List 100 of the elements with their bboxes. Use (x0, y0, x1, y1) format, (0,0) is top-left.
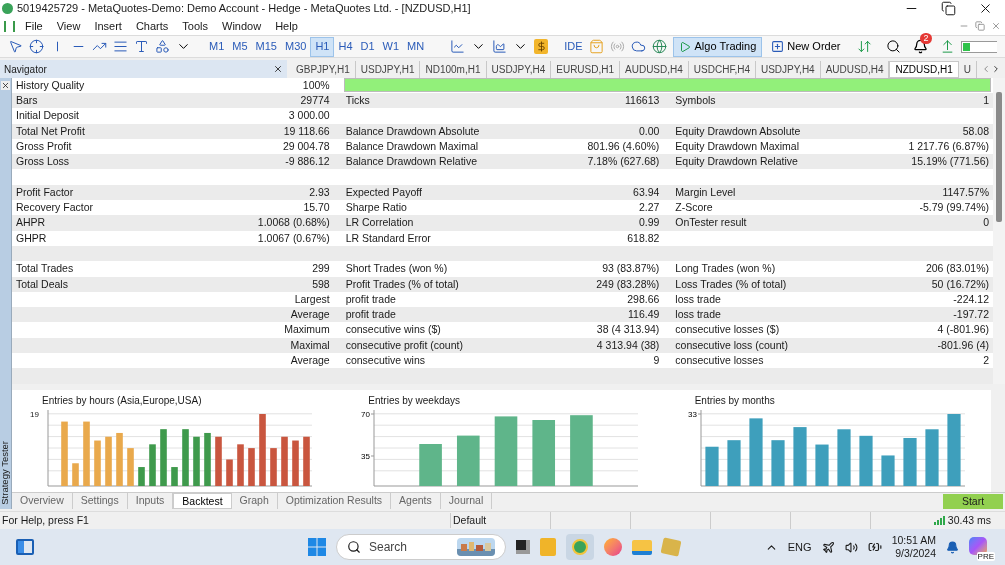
chart-bar (532, 419, 556, 486)
shapes-icon[interactable] (155, 39, 170, 54)
tester-tab[interactable]: Optimization Results (277, 493, 392, 509)
tester-tab[interactable]: Graph (231, 493, 278, 509)
bell-icon[interactable] (946, 540, 959, 554)
arrows-icon[interactable] (857, 39, 873, 54)
menu-item[interactable]: Help (275, 17, 298, 35)
clock-time[interactable]: 10:51 AM (891, 534, 936, 547)
timeframe-button[interactable]: M1 (205, 36, 229, 57)
chart-bar (237, 443, 244, 486)
chart-title: Entries by months (694, 393, 775, 408)
volume-icon[interactable] (844, 540, 858, 554)
chart-bar (116, 432, 123, 486)
play-icon (678, 40, 691, 53)
restore-icon[interactable] (941, 1, 956, 16)
search-icon (347, 540, 361, 554)
stat-label: Balance Drawdown Maximal (345, 138, 479, 154)
airplane-icon[interactable] (821, 540, 835, 554)
menu-item[interactable]: Charts (135, 17, 169, 35)
browser-icon[interactable] (604, 538, 622, 556)
stat-value: 3 000.00 (288, 108, 330, 124)
windows-start-icon[interactable] (308, 538, 326, 556)
menu-item[interactable]: Tools (182, 17, 208, 35)
chart-bar (837, 428, 851, 486)
stat-value: 38 (4 313.94) (596, 322, 660, 338)
stat-value: 7.18% (627.68) (587, 154, 660, 170)
chart-tab[interactable]: NZDUSD,H1 (889, 61, 959, 78)
dollar-icon[interactable] (534, 39, 549, 54)
timeframe-button[interactable]: M15 (251, 36, 281, 57)
stat-value: 2 (983, 353, 989, 369)
tester-tab[interactable]: Journal (440, 493, 493, 509)
stat-label: profit trade (345, 291, 396, 307)
timeframe-button[interactable]: M5 (228, 36, 252, 57)
scroll-right-icon[interactable] (991, 64, 1001, 74)
menu-item[interactable]: File (25, 17, 43, 35)
new-order-button[interactable]: New Order (768, 38, 844, 55)
battery-icon[interactable] (867, 540, 882, 554)
tester-tab[interactable]: Overview (12, 493, 73, 509)
menu-item[interactable]: View (56, 17, 81, 35)
stat-value: 1.0068 (0.68%) (257, 215, 330, 231)
start-button[interactable]: Start (943, 493, 1003, 509)
ide-button[interactable]: IDE (564, 38, 583, 55)
stat-label: Equity Drawdown Maximal (675, 138, 800, 154)
chart-bar (160, 428, 167, 486)
stat-label: Z-Score (675, 200, 713, 216)
notification-badge: 2 (920, 33, 932, 44)
timeframe-button[interactable]: M30 (280, 36, 311, 57)
task-view-icon[interactable] (516, 540, 530, 554)
chart-bar (270, 447, 277, 486)
timeframe-button[interactable]: W1 (378, 36, 404, 57)
algo-trading-button[interactable]: Algo Trading (672, 36, 763, 57)
stat-label: Initial Deposit (16, 108, 80, 124)
menu-item[interactable]: Window (222, 17, 262, 35)
menu-item[interactable]: Insert (94, 17, 122, 35)
globe-icon[interactable] (651, 39, 667, 54)
area-chart-icon[interactable] (492, 39, 508, 54)
stat-label: Margin Level (675, 184, 736, 200)
search-bar[interactable]: Search (336, 534, 506, 560)
chart-bar (815, 444, 829, 486)
axis-tick-label: 33 (687, 409, 697, 419)
stat-label: loss trade (675, 307, 721, 323)
tester-tab[interactable]: Settings (72, 493, 128, 509)
stat-label: consecutive losses ($) (675, 322, 780, 338)
search-icon[interactable] (886, 39, 902, 54)
close-icon[interactable] (978, 1, 993, 16)
stat-label: GHPR (16, 230, 47, 246)
folder-icon[interactable] (632, 539, 652, 555)
tester-tab[interactable]: Backtest (173, 493, 232, 509)
stat-label: profit trade (345, 307, 396, 323)
timeframe-button[interactable]: H4 (334, 36, 357, 57)
preview-badge: PRE (976, 552, 995, 561)
chart-bar (292, 440, 299, 486)
axis-tick-label: 35 (361, 451, 371, 461)
chart-bar (226, 459, 233, 486)
stat-value: 58.08 (962, 123, 989, 139)
widgets-icon[interactable] (16, 539, 34, 555)
close-icon[interactable] (273, 64, 283, 74)
stat-label: Sharpe Ratio (345, 200, 407, 216)
timeframe-button[interactable]: D1 (356, 36, 379, 57)
search-field[interactable]: Search (369, 538, 429, 556)
notifications-icon[interactable] (913, 39, 929, 54)
chart-bar (457, 435, 480, 486)
tester-tab[interactable]: Agents (391, 493, 441, 509)
timeframe-button[interactable]: H1 (310, 36, 335, 57)
language-indicator[interactable]: ENG (787, 538, 812, 556)
stat-value: Maximum (284, 322, 330, 338)
timeframe-button[interactable]: MN (403, 36, 429, 57)
stat-label: AHPR (16, 215, 46, 231)
cloud-icon[interactable] (630, 39, 646, 54)
channel-icon[interactable] (113, 39, 128, 54)
stat-value: 100% (302, 78, 330, 93)
clock-date[interactable]: 9/3/2024 (895, 547, 936, 560)
status-text: For Help, press F1 (1, 512, 90, 528)
scrollbar-thumb[interactable] (996, 92, 1002, 222)
line-chart-icon[interactable] (450, 39, 466, 54)
cursor-icon[interactable] (8, 39, 23, 54)
crosshair-icon[interactable] (29, 39, 44, 54)
copilot-icon[interactable] (969, 537, 987, 555)
close-icon[interactable] (1, 81, 10, 90)
text-icon[interactable] (134, 39, 149, 54)
